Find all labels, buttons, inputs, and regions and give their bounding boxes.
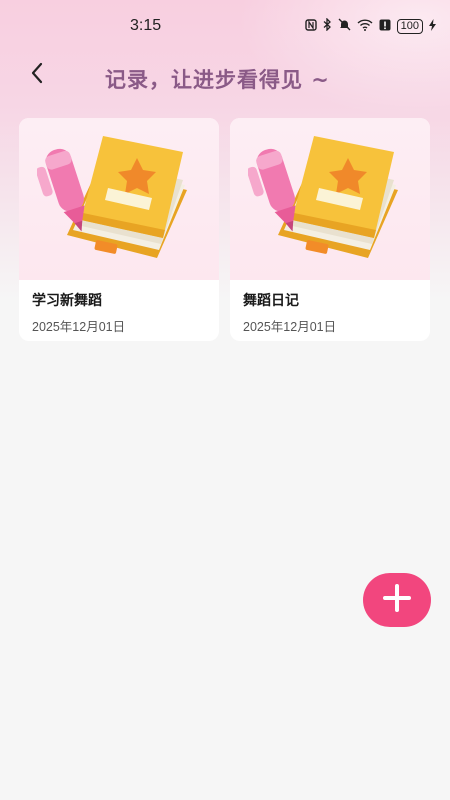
bluetooth-icon	[323, 17, 332, 34]
notebook-cover	[230, 118, 430, 280]
battery-icon: 100	[396, 18, 423, 34]
status-time: 3:15	[130, 17, 162, 34]
status-icons: 100	[304, 17, 436, 34]
plus-icon	[382, 583, 412, 617]
notebook-card[interactable]: 舞蹈日记 2025年12月01日	[230, 118, 430, 341]
notebook-cover	[19, 118, 219, 280]
charging-icon	[429, 18, 436, 34]
notebook-card[interactable]: 学习新舞蹈 2025年12月01日	[19, 118, 219, 341]
notebook-pen-icon	[37, 136, 187, 258]
notebook-pen-icon	[248, 136, 398, 258]
notebook-title: 学习新舞蹈	[32, 293, 102, 309]
page-slogan: 记录，让进步看得见 ~	[105, 68, 330, 92]
status-bar: 3:15 100	[0, 0, 450, 54]
nfc-icon	[304, 18, 317, 34]
alert-icon	[379, 19, 391, 34]
wifi-icon	[357, 18, 373, 34]
header: 记录，让进步看得见 ~	[0, 54, 450, 104]
notebook-date: 2025年12月01日	[32, 320, 126, 334]
back-button[interactable]	[22, 60, 52, 90]
notebook-date: 2025年12月01日	[243, 320, 337, 334]
mute-icon	[338, 18, 351, 34]
notebook-title: 舞蹈日记	[243, 293, 299, 309]
add-notebook-button[interactable]	[363, 573, 431, 627]
chevron-left-icon	[30, 62, 44, 88]
